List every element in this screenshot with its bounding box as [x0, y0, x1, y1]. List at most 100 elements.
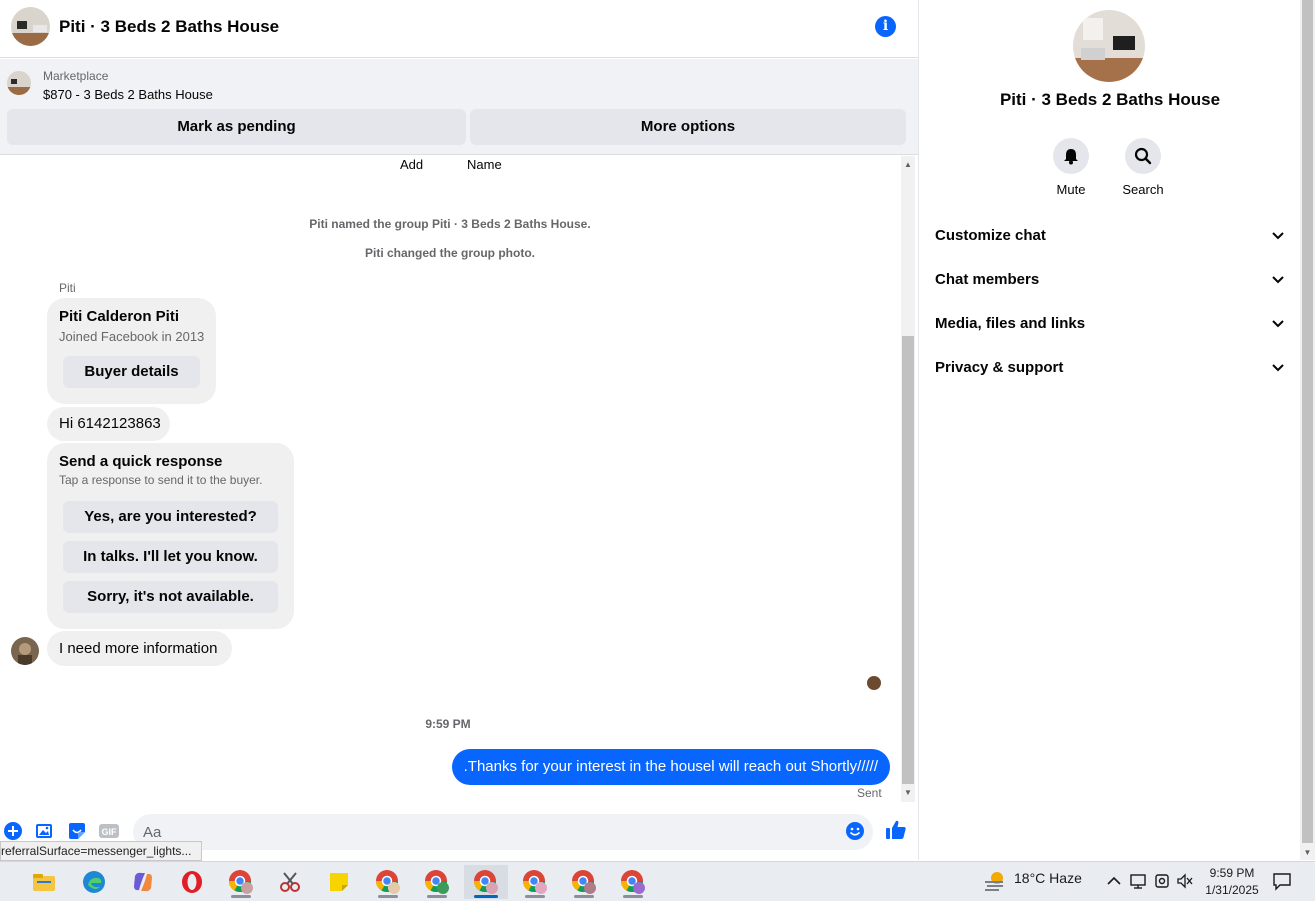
quick-response-option[interactable]: Yes, are you interested? [63, 501, 278, 533]
page-scroll-thumb[interactable] [1302, 0, 1313, 843]
section-label: Customize chat [935, 227, 1046, 244]
bell-icon[interactable] [1053, 138, 1089, 174]
sticker-icon[interactable] [67, 821, 87, 841]
sender-avatar[interactable] [11, 637, 39, 665]
emoji-icon[interactable] [845, 821, 865, 841]
chrome-profile-icon[interactable] [513, 865, 557, 899]
quick-response-card: Send a quick response Tap a response to … [47, 443, 294, 629]
message-input[interactable] [133, 814, 873, 850]
outgoing-message-bubble[interactable]: .Thanks for your interest in the housel … [451, 749, 890, 785]
chrome-profile-icon[interactable] [366, 865, 410, 899]
page-scrollbar[interactable]: ▼ [1300, 0, 1315, 860]
section-label: Media, files and links [935, 315, 1086, 332]
chevron-down-icon [1272, 364, 1284, 372]
message-list: Add Name Piti named the group Piti · 3 B… [0, 156, 900, 802]
quick-response-subtitle: Tap a response to send it to the buyer. [59, 473, 263, 487]
photo-icon[interactable] [35, 821, 55, 841]
more-options-button[interactable]: More options [470, 109, 906, 145]
info-icon[interactable]: i [875, 16, 896, 37]
section-privacy-support[interactable]: Privacy & support [935, 346, 1285, 390]
sticky-notes-icon[interactable] [317, 865, 361, 899]
snipping-tool-icon[interactable] [268, 865, 312, 899]
details-pane: Piti · 3 Beds 2 Baths House Mute Search … [918, 0, 1300, 860]
read-receipt-avatar [867, 676, 881, 690]
chevron-up-icon[interactable] [1105, 872, 1123, 890]
clock-date: 1/31/2025 [1205, 883, 1259, 897]
name-action[interactable]: Name [467, 157, 502, 172]
chrome-profile-icon[interactable] [415, 865, 459, 899]
message-text: I need more information [59, 640, 218, 657]
search-label: Search [1122, 182, 1164, 197]
running-indicator [623, 895, 643, 898]
section-label: Chat members [935, 271, 1040, 288]
mute-label: Mute [1056, 182, 1086, 197]
edge-icon[interactable] [72, 865, 116, 899]
chrome-profile-icon[interactable] [611, 865, 655, 899]
sent-status: Sent [857, 786, 882, 800]
windows-taskbar: 18°C Haze 9:59 PM 1/31/2025 [0, 861, 1315, 901]
running-indicator [525, 895, 545, 898]
buyer-card: Piti Calderon Piti Joined Facebook in 20… [47, 298, 216, 404]
chat-header: Piti · 3 Beds 2 Baths House i [0, 0, 918, 58]
opera-icon[interactable] [170, 865, 214, 899]
section-chat-members[interactable]: Chat members [935, 258, 1285, 302]
link-status-tooltip: referralSurface=messenger_lights... [0, 841, 203, 861]
taskbar-clock[interactable]: 9:59 PM 1/31/2025 [1196, 865, 1268, 899]
scroll-up-arrow[interactable]: ▲ [901, 158, 915, 172]
page-scroll-down-arrow[interactable]: ▼ [1300, 845, 1315, 860]
marketplace-label: Marketplace [43, 69, 109, 83]
listing-thumbnail[interactable] [7, 71, 31, 95]
section-label: Privacy & support [935, 359, 1064, 376]
running-indicator [574, 895, 594, 898]
message-bubble[interactable]: Hi 6142123863 [47, 407, 170, 441]
group-photo[interactable] [1073, 10, 1145, 82]
quick-response-title: Send a quick response [59, 453, 223, 470]
message-scrollbar[interactable]: ▲ ▼ [901, 156, 915, 802]
message-bubble[interactable]: I need more information [47, 631, 232, 666]
add-action[interactable]: Add [400, 157, 423, 172]
running-indicator [231, 895, 251, 898]
weather-text[interactable]: 18°C Haze [1014, 870, 1082, 886]
scroll-thumb[interactable] [902, 336, 914, 784]
buyer-name: Piti Calderon Piti [59, 308, 180, 325]
gif-icon[interactable]: GIF [98, 821, 120, 841]
system-message: Piti named the group Piti · 3 Beds 2 Bat… [309, 217, 591, 231]
section-customize-chat[interactable]: Customize chat [935, 214, 1285, 258]
chrome-profile-icon[interactable] [562, 865, 606, 899]
like-icon[interactable] [885, 819, 907, 841]
listing-title[interactable]: $870 - 3 Beds 2 Baths House [43, 87, 213, 102]
search-icon[interactable] [1125, 138, 1161, 174]
chevron-down-icon [1272, 276, 1284, 284]
search-action[interactable]: Search [1113, 138, 1173, 197]
chrome-profile-icon-active[interactable] [464, 865, 508, 899]
buyer-joined: Joined Facebook in 2013 [59, 329, 205, 344]
plus-icon[interactable] [3, 821, 23, 841]
clock-time: 9:59 PM [1209, 866, 1255, 880]
running-indicator [474, 895, 498, 898]
gif-label: GIF [102, 827, 118, 837]
quick-response-option[interactable]: Sorry, it's not available. [63, 581, 278, 613]
running-indicator [378, 895, 398, 898]
sender-name: Piti [59, 281, 76, 295]
quick-response-option[interactable]: In talks. I'll let you know. [63, 541, 278, 573]
details-title: Piti · 3 Beds 2 Baths House [999, 90, 1221, 109]
chevron-down-icon [1272, 232, 1284, 240]
mute-action[interactable]: Mute [1041, 138, 1101, 197]
network-icon[interactable] [1129, 872, 1147, 890]
mark-pending-button[interactable]: Mark as pending [7, 109, 466, 145]
section-media-files-links[interactable]: Media, files and links [935, 302, 1285, 346]
copilot-icon[interactable] [121, 865, 165, 899]
file-explorer-icon[interactable] [22, 865, 66, 899]
chat-title[interactable]: Piti · 3 Beds 2 Baths House [59, 17, 279, 37]
buyer-details-button[interactable]: Buyer details [63, 356, 200, 388]
message-text: Hi 6142123863 [59, 415, 161, 432]
group-avatar[interactable] [11, 7, 50, 46]
camera-icon[interactable] [1153, 872, 1171, 890]
weather-icon[interactable] [983, 870, 1007, 892]
scroll-down-arrow[interactable]: ▼ [901, 786, 915, 800]
messenger-window: Piti · 3 Beds 2 Baths House i Marketplac… [0, 0, 1315, 901]
speaker-muted-icon[interactable] [1176, 872, 1194, 890]
chrome-profile-icon[interactable] [219, 865, 263, 899]
notification-icon[interactable] [1272, 871, 1292, 891]
chevron-down-icon [1272, 320, 1284, 328]
